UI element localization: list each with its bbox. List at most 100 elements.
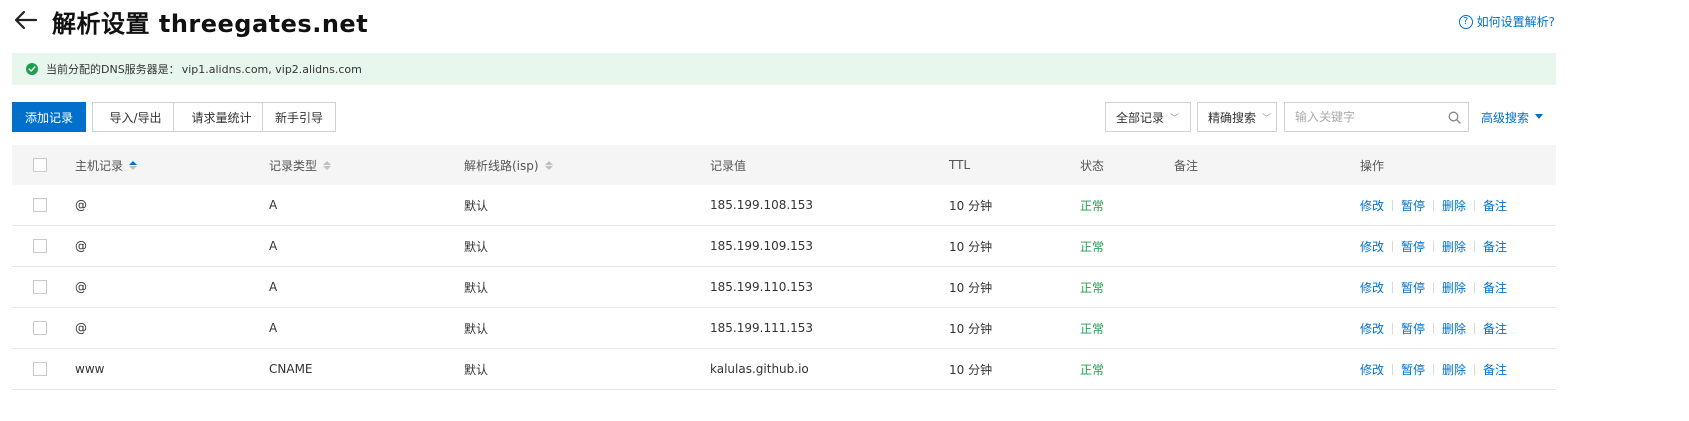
table-header: 主机记录 记录类型 解析线路(isp) 记录值 TTL 状态 备注 操作	[12, 145, 1556, 185]
page-header: 解析设置 threegates.net ? 如何设置解析?	[0, 0, 1689, 50]
row-ttl: 10 分钟	[949, 239, 993, 254]
edit-link[interactable]: 修改	[1360, 238, 1384, 255]
row-actions: 修改 暂停 删除 备注	[1360, 267, 1507, 307]
row-status: 正常	[1080, 362, 1105, 377]
row-host: @	[75, 239, 87, 253]
dns-server-list: vip1.alidns.com, vip2.alidns.com	[181, 62, 362, 76]
add-record-button[interactable]: 添加记录	[12, 102, 86, 132]
remark-link[interactable]: 备注	[1483, 361, 1507, 378]
beginner-guide-button[interactable]: 新手引导	[262, 102, 336, 132]
advanced-search-link[interactable]: 高级搜索	[1481, 102, 1544, 132]
delete-link[interactable]: 删除	[1442, 320, 1466, 337]
back-arrow-icon[interactable]	[12, 6, 40, 34]
pause-link[interactable]: 暂停	[1401, 320, 1425, 337]
sort-icon[interactable]	[323, 160, 332, 170]
advanced-search-label: 高级搜索	[1481, 110, 1530, 125]
column-type[interactable]: 记录类型	[269, 145, 332, 185]
table-row: @ A 默认 185.199.111.153 10 分钟 正常 修改 暂停 删除…	[12, 308, 1556, 349]
caret-down-icon	[1535, 114, 1544, 119]
pause-link[interactable]: 暂停	[1401, 279, 1425, 296]
column-ttl: TTL	[949, 158, 971, 172]
row-actions: 修改 暂停 删除 备注	[1360, 185, 1507, 225]
row-host: @	[75, 321, 87, 335]
delete-link[interactable]: 删除	[1442, 238, 1466, 255]
row-checkbox[interactable]	[33, 362, 47, 376]
table-row: @ A 默认 185.199.108.153 10 分钟 正常 修改 暂停 删除…	[12, 185, 1556, 226]
row-checkbox[interactable]	[33, 280, 47, 294]
table-row: www CNAME 默认 kalulas.github.io 10 分钟 正常 …	[12, 349, 1556, 390]
edit-link[interactable]: 修改	[1360, 361, 1384, 378]
remark-link[interactable]: 备注	[1483, 279, 1507, 296]
row-line: 默认	[464, 321, 489, 336]
row-checkbox[interactable]	[33, 321, 47, 335]
row-value: 185.199.110.153	[710, 280, 814, 294]
row-ttl: 10 分钟	[949, 280, 993, 295]
delete-link[interactable]: 删除	[1442, 197, 1466, 214]
chevron-down-icon: ﹀	[1170, 113, 1180, 124]
import-export-button[interactable]: 导入/导出	[92, 102, 179, 132]
row-type: A	[269, 198, 278, 212]
row-line: 默认	[464, 239, 489, 254]
search-mode-select[interactable]: 精确搜索 ﹀	[1197, 102, 1277, 132]
row-type: A	[269, 239, 278, 253]
column-status: 状态	[1080, 158, 1105, 173]
sort-icon[interactable]	[129, 160, 138, 170]
row-actions: 修改 暂停 删除 备注	[1360, 226, 1507, 266]
row-type: CNAME	[269, 362, 313, 376]
check-circle-icon	[26, 63, 38, 75]
column-line-label: 解析线路(isp)	[464, 158, 539, 173]
column-host[interactable]: 主机记录	[75, 145, 138, 185]
edit-link[interactable]: 修改	[1360, 197, 1384, 214]
table-row: @ A 默认 185.199.109.153 10 分钟 正常 修改 暂停 删除…	[12, 226, 1556, 267]
row-actions: 修改 暂停 删除 备注	[1360, 349, 1507, 389]
row-actions: 修改 暂停 删除 备注	[1360, 308, 1507, 348]
dns-records-table: 主机记录 记录类型 解析线路(isp) 记录值 TTL 状态 备注 操作 @ A…	[12, 145, 1556, 390]
table-row: @ A 默认 185.199.110.153 10 分钟 正常 修改 暂停 删除…	[12, 267, 1556, 308]
request-stats-button[interactable]: 请求量统计	[173, 102, 270, 132]
remark-link[interactable]: 备注	[1483, 238, 1507, 255]
select-all-checkbox[interactable]	[33, 158, 47, 172]
remark-link[interactable]: 备注	[1483, 197, 1507, 214]
row-line: 默认	[464, 280, 489, 295]
row-status: 正常	[1080, 239, 1105, 254]
pause-link[interactable]: 暂停	[1401, 238, 1425, 255]
row-line: 默认	[464, 198, 489, 213]
pause-link[interactable]: 暂停	[1401, 361, 1425, 378]
row-status: 正常	[1080, 321, 1105, 336]
row-checkbox[interactable]	[33, 239, 47, 253]
row-value: 185.199.109.153	[710, 239, 814, 253]
row-status: 正常	[1080, 198, 1105, 213]
select-all-cell	[33, 145, 47, 185]
edit-link[interactable]: 修改	[1360, 279, 1384, 296]
sort-icon[interactable]	[544, 160, 553, 170]
pause-link[interactable]: 暂停	[1401, 197, 1425, 214]
row-ttl: 10 分钟	[949, 321, 993, 336]
row-host: www	[75, 362, 105, 376]
row-line: 默认	[464, 362, 489, 377]
search-box	[1284, 102, 1469, 132]
column-line[interactable]: 解析线路(isp)	[464, 145, 553, 185]
column-ops: 操作	[1360, 158, 1385, 173]
delete-link[interactable]: 删除	[1442, 361, 1466, 378]
row-ttl: 10 分钟	[949, 198, 993, 213]
record-filter-value: 全部记录	[1116, 110, 1165, 125]
row-value: kalulas.github.io	[710, 362, 809, 376]
dns-server-banner: 当前分配的DNS服务器是： vip1.alidns.com, vip2.alid…	[12, 53, 1556, 85]
record-filter-select[interactable]: 全部记录 ﹀	[1105, 102, 1191, 132]
remark-link[interactable]: 备注	[1483, 320, 1507, 337]
row-status: 正常	[1080, 280, 1105, 295]
row-checkbox[interactable]	[33, 198, 47, 212]
search-icon[interactable]	[1440, 111, 1468, 124]
help-link[interactable]: ? 如何设置解析?	[1458, 13, 1555, 30]
search-input[interactable]	[1285, 103, 1440, 131]
help-link-label: 如何设置解析?	[1476, 15, 1555, 29]
toolbar: 添加记录 导入/导出 请求量统计 新手引导 全部记录 ﹀ 精确搜索 ﹀ 高级搜索	[12, 102, 1556, 132]
row-value: 185.199.111.153	[710, 321, 814, 335]
row-ttl: 10 分钟	[949, 362, 993, 377]
row-host: @	[75, 198, 87, 212]
delete-link[interactable]: 删除	[1442, 279, 1466, 296]
row-value: 185.199.108.153	[710, 198, 814, 212]
edit-link[interactable]: 修改	[1360, 320, 1384, 337]
column-value: 记录值	[710, 158, 747, 173]
column-host-label: 主机记录	[75, 158, 124, 173]
